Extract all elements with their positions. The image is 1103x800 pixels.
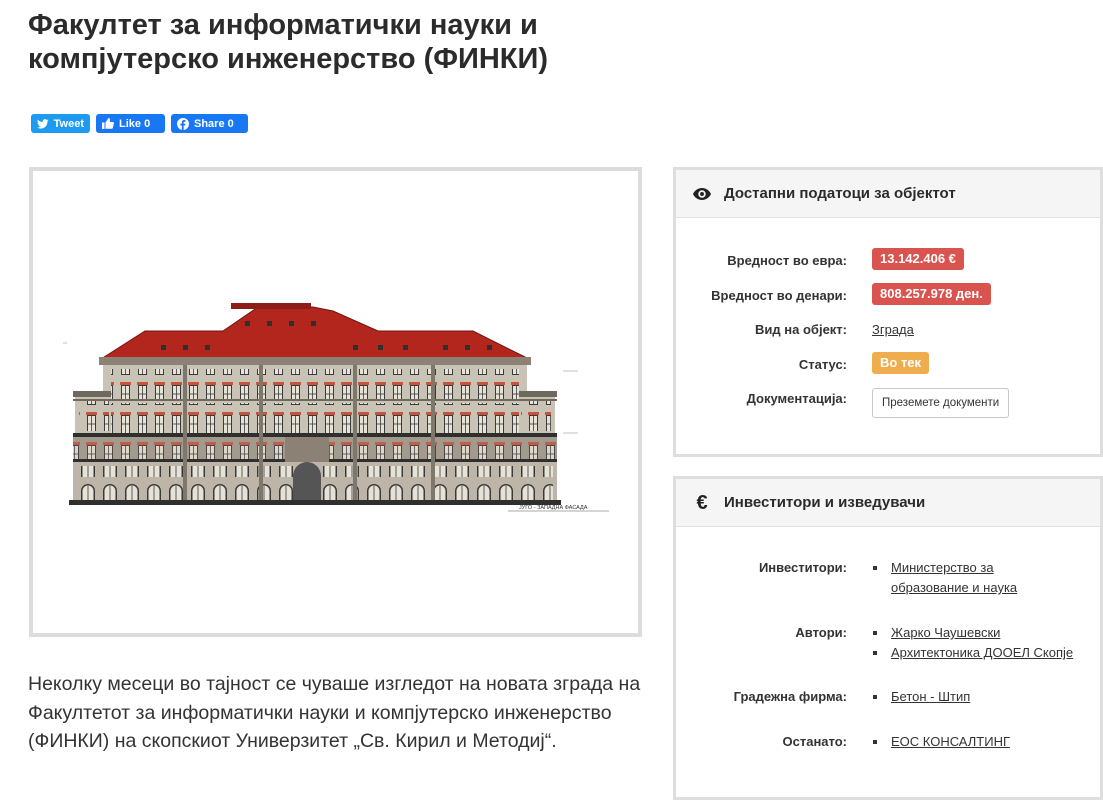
value-mkd-label: Вредност во денари: xyxy=(711,288,847,303)
lead-paragraph: Неколку месеци во тајност се чуваше изгл… xyxy=(28,673,641,752)
share-label: Share 0 xyxy=(194,117,234,130)
other-link[interactable]: ЕОС КОНСАЛТИНГ xyxy=(891,734,1010,749)
value-mkd-badge: 808.257.978 ден. xyxy=(872,283,991,305)
facebook-icon xyxy=(177,117,189,130)
investors-label: Инвеститори: xyxy=(758,560,847,575)
value-eur-badge: 13.142.406 € xyxy=(872,248,964,270)
investor-link[interactable]: Министерство за образование и наука xyxy=(891,560,1017,595)
download-documents-button[interactable]: Преземете документи xyxy=(872,388,1010,418)
author-link[interactable]: Архитектоника ДООЕЛ Скопје xyxy=(891,645,1073,660)
author-link[interactable]: Жарко Чаушевски xyxy=(891,625,1000,640)
like-button[interactable]: Like 0 xyxy=(96,114,165,133)
thumbs-up-icon xyxy=(102,118,114,129)
other-label: Останато: xyxy=(782,734,848,749)
investors-header: € Инвеститори и изведувачи xyxy=(676,479,1100,527)
status-label: Статус: xyxy=(798,357,847,372)
status-badge: Во тек xyxy=(872,352,930,374)
twitter-icon xyxy=(37,118,49,129)
eye-icon xyxy=(692,184,712,204)
object-info-header: Достапни податоци за објектот xyxy=(676,170,1100,218)
value-eur-label: Вредност во евра: xyxy=(727,253,847,268)
documentation-label: Документација: xyxy=(746,391,847,406)
share-button[interactable]: Share 0 xyxy=(171,114,248,133)
authors-label: Автори: xyxy=(795,625,847,640)
page-title: Факултет за информатички науки и компјут… xyxy=(28,9,549,75)
builder-label: Градежна фирма: xyxy=(733,689,847,704)
share-bar: Tweet Like 0 Share 0 xyxy=(31,114,248,133)
object-type-label: Вид на објект: xyxy=(755,322,847,337)
building-image[interactable]: ЈУГО - ЗАПАДНА ФАСАДА xyxy=(29,167,642,637)
investors-title: Инвеститори и изведувачи xyxy=(724,494,926,511)
tweet-label: Tweet xyxy=(53,117,84,130)
object-info-panel: Достапни податоци за објектот Вредност в… xyxy=(673,167,1103,457)
image-caption: ЈУГО - ЗАПАДНА ФАСАДА xyxy=(519,505,588,511)
object-type-link[interactable]: Зграда xyxy=(872,322,914,337)
euro-icon: € xyxy=(696,491,708,514)
investors-panel: € Инвеститори и изведувачи Инвеститори: … xyxy=(673,476,1103,800)
builder-link[interactable]: Бетон - Штип xyxy=(891,689,970,704)
like-label: Like 0 xyxy=(119,117,151,130)
tweet-button[interactable]: Tweet xyxy=(31,114,90,133)
object-info-title: Достапни податоци за објектот xyxy=(724,185,956,202)
building-facade-drawing: ЈУГО - ЗАПАДНА ФАСАДА xyxy=(33,171,638,633)
